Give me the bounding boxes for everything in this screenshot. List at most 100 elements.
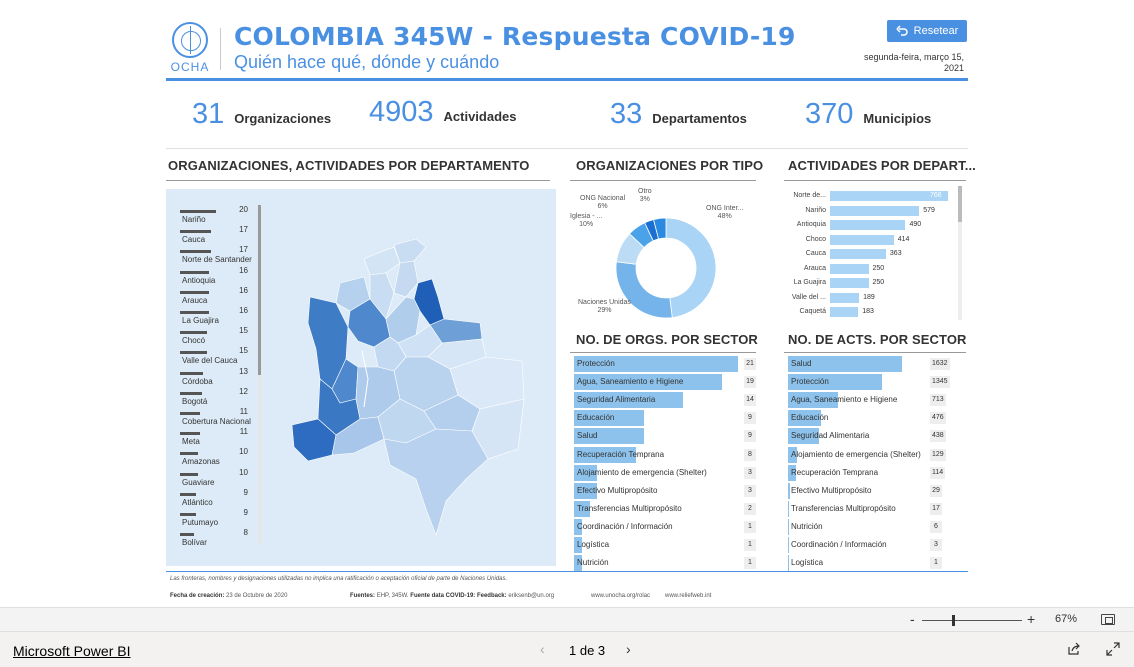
- act-depto-scrollbar[interactable]: [958, 186, 962, 320]
- bar-value-label: 476: [930, 412, 946, 425]
- next-page-button[interactable]: ›: [626, 641, 631, 657]
- bar-category-label: Efectivo Multipropósito: [577, 485, 658, 495]
- acts-sector-row[interactable]: Protección 1345: [788, 374, 950, 391]
- zoom-slider-thumb[interactable]: [952, 615, 955, 626]
- orgs-sector-row[interactable]: Logística 1: [574, 537, 760, 553]
- map-legend-item[interactable]: 13 Córdoba: [178, 367, 250, 387]
- zoom-in-button[interactable]: +: [1027, 611, 1035, 627]
- act-depto-row[interactable]: Nariño 579: [784, 205, 964, 217]
- orgs-sector-row[interactable]: Protección 21: [574, 356, 760, 372]
- bar-category-label: Recuperación Temprana: [577, 449, 665, 459]
- map-legend-item[interactable]: 9 Putumayo: [178, 508, 250, 528]
- region-cesar[interactable]: [393, 260, 419, 298]
- acts-sector-row[interactable]: Recuperación Temprana 114: [788, 464, 946, 481]
- footer-url-unocha[interactable]: www.unocha.org/rolac: [591, 593, 650, 599]
- bar[interactable]: [830, 205, 920, 216]
- region-atlantico[interactable]: [363, 246, 401, 276]
- act-depto-row[interactable]: Arauca 250: [784, 263, 964, 275]
- map-legend-item[interactable]: 11 Cobertura Nacional: [178, 407, 251, 427]
- footer-url-reliefweb[interactable]: www.reliefweb.int: [665, 593, 711, 599]
- legend-name: La Guajira: [182, 316, 219, 325]
- legend-scrollbar[interactable]: [258, 205, 261, 545]
- legend-value: 10: [239, 467, 248, 477]
- donut-slice[interactable]: [665, 217, 717, 319]
- share-icon[interactable]: [1067, 642, 1081, 656]
- bar[interactable]: [788, 555, 789, 572]
- legend-scrollbar-thumb[interactable]: [258, 205, 261, 375]
- bar[interactable]: [788, 537, 789, 553]
- map-legend-item[interactable]: 16 Antioquia: [178, 266, 250, 286]
- acts-sector-row[interactable]: Logística 1: [788, 555, 946, 572]
- bar[interactable]: [830, 307, 859, 317]
- orgs-sector-row[interactable]: Transferencias Multipropósito 2: [574, 500, 760, 517]
- orgs-sector-row[interactable]: Agua, Saneamiento e Higiene 19: [574, 374, 760, 391]
- act-depto-row[interactable]: Choco 414: [784, 234, 964, 246]
- act-depto-row[interactable]: Norte de... 766: [784, 190, 964, 202]
- orgs-sector-row[interactable]: Nutrición 1: [574, 555, 760, 572]
- act-depto-row[interactable]: Cauca 363: [784, 248, 964, 260]
- orgs-sector-row[interactable]: Alojamiento de emergencia (Shelter) 3: [574, 464, 760, 481]
- map-legend-item[interactable]: 8 Bolívar: [178, 528, 250, 548]
- map-legend-item[interactable]: 17 Norte de Santander: [178, 245, 252, 265]
- map-legend-item[interactable]: 9 Atlántico: [178, 488, 250, 508]
- bar[interactable]: [830, 263, 869, 274]
- acts-sector-row[interactable]: Seguridad Alimentaria 438: [788, 428, 946, 445]
- acts-sector-row[interactable]: Nutrición 6: [788, 518, 946, 535]
- bar[interactable]: [788, 500, 790, 517]
- orgs-sector-section-title: NO. DE ORGS. POR SECTOR: [576, 332, 758, 347]
- orgs-sector-row[interactable]: Educación 9: [574, 410, 760, 427]
- reset-button[interactable]: Resetear: [887, 20, 967, 42]
- bar[interactable]: [788, 482, 791, 499]
- bar[interactable]: [830, 249, 886, 259]
- acts-sector-row[interactable]: Transferencias Multipropósito 17: [788, 500, 946, 517]
- act-depto-scrollbar-thumb[interactable]: [958, 186, 962, 222]
- fit-to-page-icon[interactable]: [1101, 614, 1115, 625]
- disclaimer-text: Las fronteras, nombres y designaciones u…: [170, 576, 508, 582]
- orgs-sector-row[interactable]: Efectivo Multipropósito 3: [574, 482, 760, 499]
- bar[interactable]: [830, 234, 894, 245]
- act-depto-chart[interactable]: Norte de... 766 Nariño 579 Antioquia 490 Choco…: [784, 190, 964, 324]
- orgs-sector-row[interactable]: Seguridad Alimentaria 14: [574, 392, 760, 409]
- map-legend-item[interactable]: 10 Amazonas: [178, 447, 250, 467]
- acts-sector-row[interactable]: Efectivo Multipropósito 29: [788, 482, 946, 499]
- map-legend-item[interactable]: 10 Guaviare: [178, 468, 250, 488]
- map-legend-item[interactable]: 16 Arauca: [178, 286, 250, 306]
- acts-sector-row[interactable]: Educación 476: [788, 410, 946, 427]
- act-depto-row[interactable]: Antioquia 490: [784, 219, 964, 231]
- map-legend-item[interactable]: 17 Cauca: [178, 225, 250, 245]
- acts-sector-row[interactable]: Agua, Saneamiento e Higiene 713: [788, 392, 946, 409]
- orgs-sector-row[interactable]: Recuperación Temprana 8: [574, 446, 760, 463]
- acts-sector-row[interactable]: Coordinación / Información 3: [788, 537, 946, 553]
- bar[interactable]: [830, 292, 860, 303]
- acts-sector-row[interactable]: Salud 1632: [788, 356, 950, 372]
- act-depto-row[interactable]: La Guajira 250: [784, 277, 964, 289]
- zoom-slider-track[interactable]: [922, 620, 1022, 621]
- colombia-choropleth[interactable]: [266, 239, 526, 539]
- map-legend-item[interactable]: 15 Valle del Cauca: [178, 346, 250, 366]
- acts-sector-chart[interactable]: Salud 1632 Protección 1345 Agua, Saneamiento…: [788, 356, 968, 572]
- previous-page-button[interactable]: ‹: [540, 641, 545, 657]
- act-depto-row[interactable]: Valle del ... 189: [784, 292, 964, 304]
- region-amazonas[interactable]: [383, 428, 489, 536]
- kpi-label: Municipios: [863, 111, 932, 126]
- donut-chart[interactable]: ONG Inter... 48% Naciones Unidas 29% Igles…: [570, 186, 760, 336]
- expand-icon[interactable]: [1106, 642, 1120, 656]
- department-map[interactable]: 20 Nariño 17 Cauca 17 Norte de Santander 16 Ant…: [166, 189, 556, 566]
- acts-sector-row[interactable]: Alojamiento de emergencia (Shelter) 129: [788, 446, 946, 463]
- act-depto-row[interactable]: Caquetá 183: [784, 306, 964, 318]
- bar[interactable]: [788, 518, 789, 535]
- map-legend-item[interactable]: 12 Bogotá: [178, 387, 250, 407]
- legend-bar: [180, 210, 216, 213]
- bar[interactable]: [830, 278, 869, 288]
- map-legend-item[interactable]: 16 La Guajira: [178, 306, 250, 326]
- zoom-out-button[interactable]: -: [910, 611, 915, 627]
- map-legend-item[interactable]: 11 Meta: [178, 427, 250, 447]
- power-bi-link[interactable]: Microsoft Power BI: [13, 643, 130, 659]
- legend-value: 12: [239, 386, 248, 396]
- map-legend-item[interactable]: 15 Chocó: [178, 326, 250, 346]
- orgs-sector-row[interactable]: Coordinación / Información 1: [574, 518, 760, 535]
- bar[interactable]: [830, 220, 906, 230]
- orgs-sector-row[interactable]: Salud 9: [574, 428, 760, 445]
- orgs-sector-chart[interactable]: Protección 21 Agua, Saneamiento e Higiene 1…: [574, 356, 760, 572]
- map-legend-item[interactable]: 20 Nariño: [178, 205, 250, 225]
